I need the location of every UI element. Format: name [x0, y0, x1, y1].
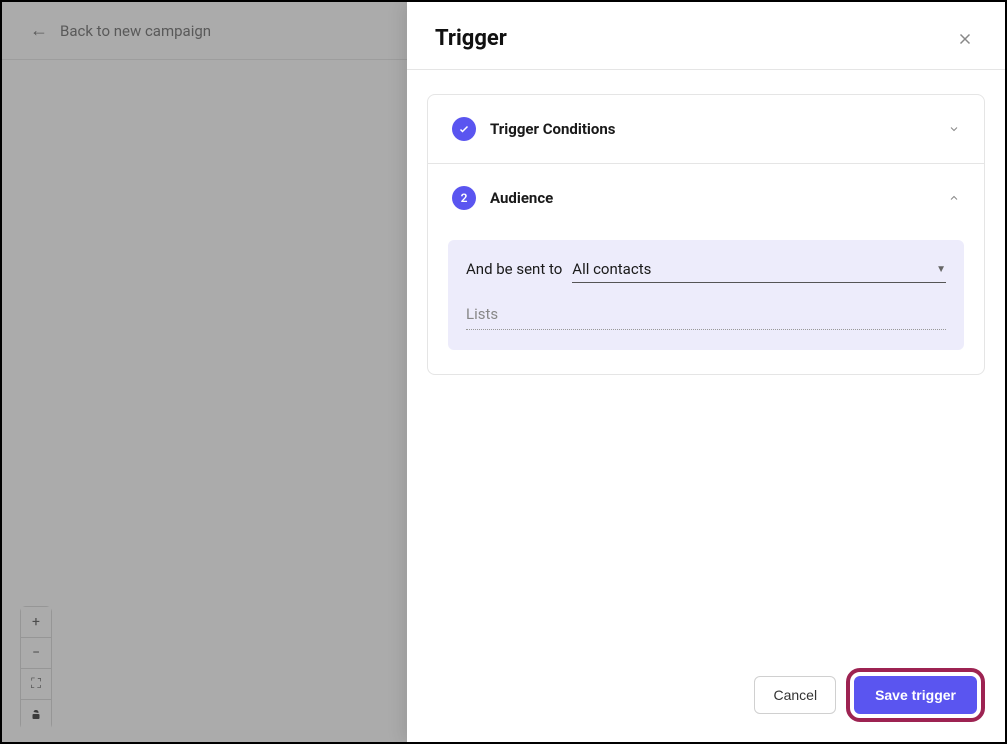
caret-down-icon: ▼ [936, 264, 946, 275]
save-button-highlight: Save trigger [846, 668, 985, 722]
lists-input[interactable]: Lists [466, 305, 946, 330]
close-icon [956, 30, 974, 48]
panel-title: Trigger [435, 26, 507, 51]
sections-container: Trigger Conditions 2 Audience [427, 94, 985, 375]
sent-to-value: All contacts [572, 260, 651, 278]
trigger-panel: Trigger Trigger Conditions [407, 2, 1005, 742]
lists-placeholder: Lists [466, 305, 498, 323]
cancel-button-label: Cancel [773, 687, 817, 703]
chevron-up-icon [948, 192, 960, 204]
sent-to-row: And be sent to All contacts ▼ [466, 260, 946, 283]
step-number-badge: 2 [452, 186, 476, 210]
section-conditions-label: Trigger Conditions [490, 120, 615, 138]
panel-footer: Cancel Save trigger [407, 652, 1005, 742]
sent-to-label: And be sent to [466, 260, 562, 278]
audience-config-box: And be sent to All contacts ▼ Lists [448, 240, 964, 350]
panel-body: Trigger Conditions 2 Audience [407, 70, 1005, 652]
cancel-button[interactable]: Cancel [754, 676, 836, 714]
check-badge [452, 117, 476, 141]
section-trigger-conditions[interactable]: Trigger Conditions [428, 95, 984, 163]
sent-to-select[interactable]: All contacts ▼ [572, 260, 946, 283]
section-audience-wrap: 2 Audience And be sent to All contacts ▼ [428, 163, 984, 374]
section-audience-label: Audience [490, 189, 553, 207]
save-trigger-button[interactable]: Save trigger [854, 676, 977, 714]
step-number: 2 [461, 191, 468, 205]
section-audience[interactable]: 2 Audience [428, 164, 984, 232]
section-audience-content: And be sent to All contacts ▼ Lists [428, 232, 984, 374]
check-icon [458, 123, 470, 135]
panel-header: Trigger [407, 2, 1005, 70]
save-button-label: Save trigger [875, 687, 956, 703]
close-panel-button[interactable] [953, 27, 977, 51]
chevron-down-icon [948, 123, 960, 135]
